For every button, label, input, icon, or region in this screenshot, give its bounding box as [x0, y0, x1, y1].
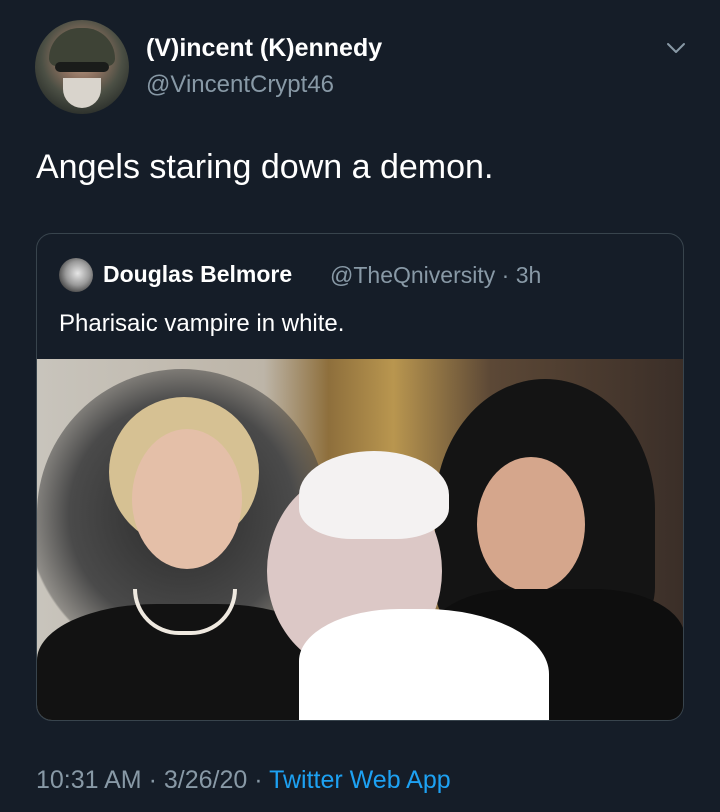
footer-separator-2: · [254, 766, 263, 794]
quoted-meta: @TheQniversity · 3h [330, 262, 541, 289]
chevron-down-icon[interactable] [664, 36, 688, 60]
quoted-author-name[interactable]: Douglas Belmore [103, 261, 292, 288]
footer-separator-1: · [148, 766, 157, 794]
quoted-text: Pharisaic vampire in white. [59, 310, 345, 337]
quoted-photo[interactable] [37, 359, 683, 720]
quoted-separator: · [501, 262, 510, 288]
goggles-shape [55, 62, 109, 72]
tweet-text: Angels staring down a demon. [36, 148, 494, 186]
helmet-shape [49, 28, 115, 66]
tweet-source-link[interactable]: Twitter Web App [269, 766, 451, 794]
pope-zucchetto [299, 451, 449, 539]
author-display-name[interactable]: (V)incent (K)ennedy [146, 34, 382, 63]
left-face [132, 429, 242, 569]
tweet-time[interactable]: 10:31 AM [36, 766, 142, 794]
right-face [477, 457, 585, 592]
tweet-date[interactable]: 3/26/20 [164, 766, 247, 794]
quoted-author-handle[interactable]: @TheQniversity [330, 262, 495, 288]
author-handle[interactable]: @VincentCrypt46 [146, 71, 334, 99]
quoted-tweet-card[interactable]: Douglas Belmore @TheQniversity · 3h Phar… [36, 233, 684, 721]
quoted-age[interactable]: 3h [516, 262, 542, 288]
tweet-footer: 10:31 AM · 3/26/20 · Twitter Web App [36, 766, 451, 795]
author-avatar[interactable] [35, 20, 129, 114]
beard-shape [63, 78, 101, 108]
quoted-author-avatar[interactable] [59, 258, 93, 292]
tweet: (V)incent (K)ennedy @VincentCrypt46 Ange… [0, 0, 720, 812]
